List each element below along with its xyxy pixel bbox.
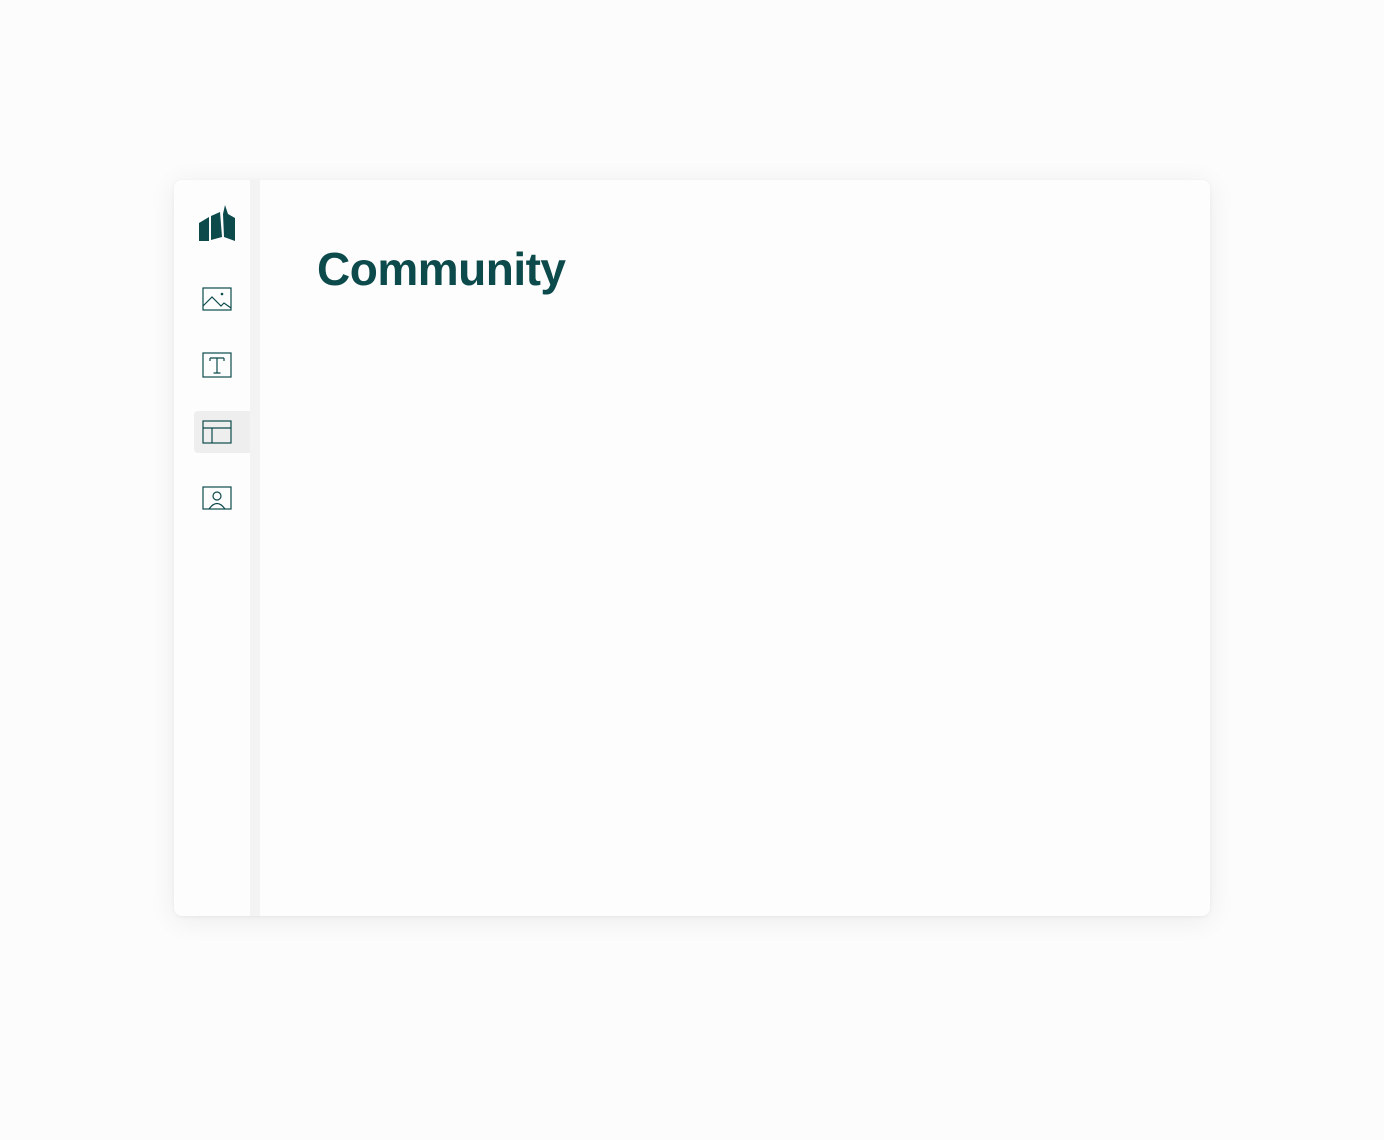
profile-card-icon [202, 486, 232, 510]
sidebar-item-text[interactable] [194, 344, 250, 386]
main-content: Community [260, 180, 1210, 916]
app-window: Community [174, 180, 1210, 916]
sidebar [174, 180, 260, 916]
sidebar-divider [250, 180, 260, 916]
sidebar-item-profile[interactable] [194, 477, 250, 519]
text-icon [202, 352, 232, 378]
sidebar-item-images[interactable] [194, 278, 250, 320]
layout-icon [202, 420, 232, 444]
sidebar-item-layout[interactable] [194, 411, 250, 453]
image-icon [202, 287, 232, 311]
page-title: Community [317, 243, 566, 295]
brand-logo-icon[interactable] [198, 204, 236, 244]
